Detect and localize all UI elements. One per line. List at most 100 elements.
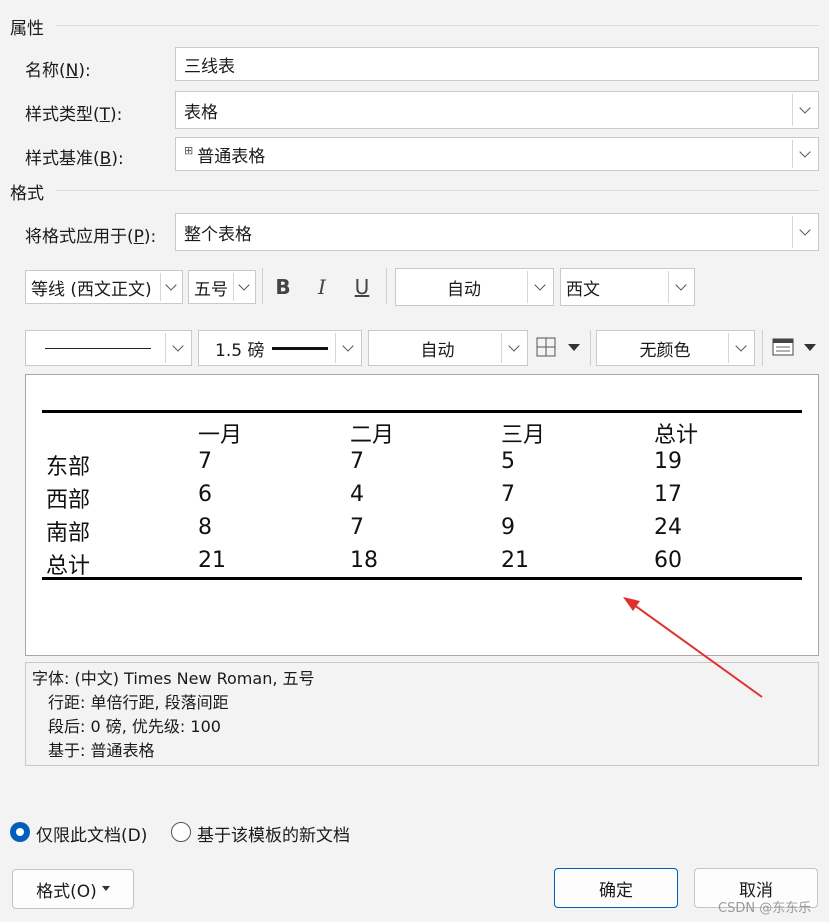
chevron-down-icon xyxy=(798,224,811,236)
row-label: 东部 xyxy=(46,455,91,480)
description-line: 字体: (中文) Times New Roman, 五号 xyxy=(32,669,315,688)
style-description: 字体: (中文) Times New Roman, 五号 行距: 单倍行距, 段… xyxy=(25,662,819,766)
style-type-value: 表格 xyxy=(184,102,218,123)
border-color-select[interactable]: 自动 xyxy=(368,330,528,366)
style-based-select[interactable]: ⊞ 普通表格 xyxy=(175,137,819,171)
table-cell: 5 xyxy=(501,449,515,474)
row-label: 总计 xyxy=(46,554,91,579)
toolbar-separator xyxy=(262,268,263,304)
table-cell: 7 xyxy=(501,482,515,507)
table-cell: 21 xyxy=(501,548,529,573)
font-color-dropdown[interactable] xyxy=(527,271,551,303)
line-style-preview xyxy=(45,347,151,349)
dropdown-triangle-icon xyxy=(804,344,816,351)
toolbar-separator xyxy=(762,330,763,366)
name-input-value: 三线表 xyxy=(184,56,235,77)
header-cell: 三月 xyxy=(501,423,546,448)
chevron-down-icon xyxy=(798,146,811,158)
style-preview: 一月 二月 三月 总计 东部 7 7 5 19 西部 6 4 7 17 南部 8… xyxy=(25,374,819,656)
bold-button[interactable]: B xyxy=(268,272,298,302)
table-cell: 18 xyxy=(350,548,378,573)
script-dropdown[interactable] xyxy=(668,271,692,303)
border-style-select[interactable] xyxy=(25,330,192,366)
template-radio[interactable] xyxy=(171,822,191,842)
table-cell: 17 xyxy=(654,482,682,507)
table-cell: 7 xyxy=(198,449,212,474)
this-document-radio[interactable] xyxy=(10,822,30,842)
apply-to-dropdown[interactable] xyxy=(792,216,816,248)
border-width-value: 1.5 磅 xyxy=(215,340,265,361)
table-cell: 4 xyxy=(350,482,364,507)
border-color-dropdown[interactable] xyxy=(501,333,525,363)
format-button[interactable]: 格式(O) xyxy=(12,869,134,909)
underline-icon: U xyxy=(354,275,370,299)
apply-to-select[interactable]: 整个表格 xyxy=(175,213,819,251)
font-color-select[interactable]: 自动 xyxy=(395,268,554,306)
this-document-label[interactable]: 仅限此文档(D) xyxy=(36,821,147,846)
style-type-dropdown[interactable] xyxy=(792,94,816,126)
table-cell: 21 xyxy=(198,548,226,573)
style-type-select[interactable]: 表格 xyxy=(175,91,819,129)
chevron-down-icon xyxy=(533,279,546,291)
template-label[interactable]: 基于该模板的新文档 xyxy=(197,821,350,846)
radio-dot xyxy=(16,828,24,836)
style-based-label: 样式基准(B): xyxy=(25,149,124,169)
ok-button-label: 确定 xyxy=(599,880,633,901)
header-cell: 二月 xyxy=(350,423,395,448)
name-label: 名称(N): xyxy=(25,61,91,81)
apply-to-value: 整个表格 xyxy=(184,224,252,245)
table-cell: 7 xyxy=(350,449,364,474)
style-based-dropdown[interactable] xyxy=(792,140,816,168)
style-type-label: 样式类型(T): xyxy=(25,105,123,125)
description-line: 段后: 0 磅, 优先级: 100 xyxy=(48,717,221,736)
table-cell: 9 xyxy=(501,515,515,540)
description-line: 基于: 普通表格 xyxy=(48,741,155,760)
italic-button[interactable]: I xyxy=(307,272,337,302)
script-value: 西文 xyxy=(566,279,600,300)
format-section-title: 格式 xyxy=(10,184,44,204)
font-name-value: 等线 (西文正文) xyxy=(31,279,152,300)
toolbar-separator xyxy=(386,268,387,304)
watermark: CSDN @东东乐 xyxy=(718,901,812,916)
ok-button[interactable]: 确定 xyxy=(554,868,678,908)
dropdown-triangle-icon xyxy=(568,344,580,351)
border-width-dropdown[interactable] xyxy=(335,333,359,363)
chevron-down-icon xyxy=(734,340,747,352)
line-weight-preview xyxy=(272,346,329,350)
name-input[interactable]: 三线表 xyxy=(175,47,819,81)
border-style-dropdown[interactable] xyxy=(165,333,189,363)
chevron-down-icon xyxy=(341,340,354,352)
border-width-select[interactable]: 1.5 磅 xyxy=(198,330,362,366)
underline-button[interactable]: U xyxy=(347,272,377,302)
table-cell: 6 xyxy=(198,482,212,507)
top-rule xyxy=(42,410,802,413)
header-cell: 总计 xyxy=(654,423,699,448)
description-line: 行距: 单倍行距, 段落间距 xyxy=(48,693,229,712)
font-size-value: 五号 xyxy=(194,279,228,300)
toolbar-separator xyxy=(590,330,591,366)
font-size-dropdown[interactable] xyxy=(233,273,253,301)
bottom-rule xyxy=(42,577,802,580)
chevron-down-icon xyxy=(164,279,177,291)
borders-grid-icon xyxy=(536,337,556,357)
chevron-down-icon xyxy=(507,340,520,352)
shading-dropdown[interactable] xyxy=(728,333,752,363)
table-cell: 8 xyxy=(198,515,212,540)
conditional-format-button[interactable] xyxy=(772,338,820,360)
script-select[interactable]: 西文 xyxy=(560,268,695,306)
borders-button[interactable] xyxy=(536,337,584,359)
font-name-select[interactable]: 等线 (西文正文) xyxy=(25,270,183,304)
header-cell: 一月 xyxy=(198,423,243,448)
table-cell: 7 xyxy=(350,515,364,540)
table-cell: 19 xyxy=(654,449,682,474)
font-name-dropdown[interactable] xyxy=(160,273,180,301)
chevron-down-icon xyxy=(237,279,250,291)
italic-icon: I xyxy=(318,275,326,299)
row-label: 西部 xyxy=(46,488,91,513)
font-color-value: 自动 xyxy=(447,279,481,300)
chevron-down-icon xyxy=(171,340,184,352)
font-size-select[interactable]: 五号 xyxy=(188,270,256,304)
shading-select[interactable]: 无颜色 xyxy=(596,330,755,366)
apply-to-label: 将格式应用于(P): xyxy=(25,227,157,247)
row-label: 南部 xyxy=(46,521,91,546)
